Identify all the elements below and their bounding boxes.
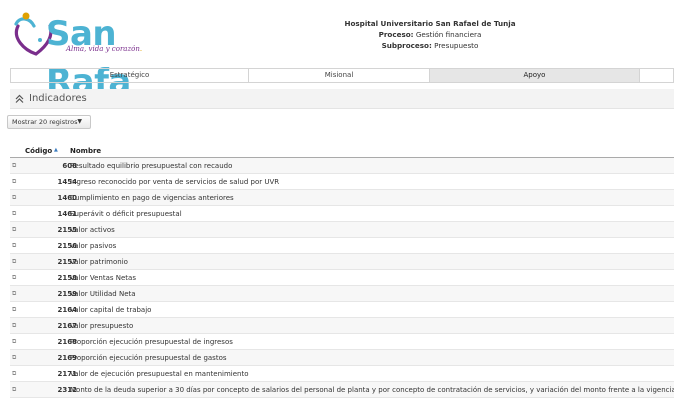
row-code: 1461 [57,210,77,218]
tab-estrategico[interactable]: Estratégico [11,69,249,82]
sort-ascending-icon[interactable]: ▲ [54,145,58,155]
row-code: 2168 [57,338,77,346]
external-link-icon[interactable]: ⧉ [12,274,19,281]
table-row[interactable]: ⧉ 2312 Monto de la deuda superior a 30 día… [10,382,674,398]
external-link-icon[interactable]: ⧉ [12,370,19,377]
hospital-logo[interactable]: San Rafa Alma, vida y corazón. [10,10,185,102]
row-name[interactable]: Proporción ejecución presupuestal de ing… [70,334,233,349]
table-row[interactable]: ⧉ 2167 Valor presupuesto [10,318,674,334]
process-value: Gestión financiera [415,30,482,39]
table-row[interactable]: ⧉ 1460 Cumplimiento en pago de vigencias a… [10,190,674,206]
process-tabs: Estratégico Misional Apoyo [10,68,674,83]
table-row[interactable]: ⧉ 608 Resultado equilibrio presupuestal co… [10,158,674,174]
section-title: Indicadores [29,93,87,104]
external-link-icon[interactable]: ⧉ [12,162,19,169]
row-name[interactable]: Resultado equilibrio presupuestal con re… [70,158,232,173]
external-link-icon[interactable]: ⧉ [12,354,19,361]
table-row[interactable]: ⧉ 2158 Valor Ventas Netas [10,270,674,286]
row-code: 608 [62,162,77,170]
row-code: 2157 [57,258,77,266]
table-row[interactable]: ⧉ 2164 Valor capital de trabajo [10,302,674,318]
row-name[interactable]: Valor activos [70,222,115,237]
subprocess-line: Subproceso: Presupuesto [300,40,560,51]
row-name[interactable]: Valor patrimonio [70,254,128,269]
tab-misional[interactable]: Misional [249,69,430,82]
row-code: 1460 [57,194,77,202]
table-row[interactable]: ⧉ 2155 Valor activos [10,222,674,238]
table-row[interactable]: ⧉ 2159 Valor Utilidad Neta [10,286,674,302]
external-link-icon[interactable]: ⧉ [12,178,19,185]
table-row[interactable]: ⧉ 2156 Valor pasivos [10,238,674,254]
subprocess-label: Subproceso: [381,41,432,50]
row-code: 2167 [57,322,77,330]
column-header-name[interactable]: Nombre [70,145,101,157]
row-name[interactable]: Valor capital de trabajo [70,302,151,317]
table-row[interactable]: ⧉ 2157 Valor patrimonio [10,254,674,270]
table-row[interactable]: ⧉ 2171 Valor de ejecución presupuestal en … [10,366,674,382]
row-name[interactable]: Superávit o déficit presupuestal [70,206,182,221]
row-code: 2159 [57,290,77,298]
row-name[interactable]: Valor pasivos [70,238,116,253]
double-chevron-up-icon[interactable] [15,92,25,106]
row-code: 2169 [57,354,77,362]
row-name[interactable]: Valor Utilidad Neta [70,286,136,301]
external-link-icon[interactable]: ⧉ [12,386,19,393]
indicators-table-body: ⧉ 608 Resultado equilibrio presupuestal co… [10,158,674,398]
row-code: 2158 [57,274,77,282]
logo-tagline-dot: . [139,45,143,53]
logo-tagline-text: Alma, vida y corazón [66,45,140,53]
external-link-icon[interactable]: ⧉ [12,338,19,345]
external-link-icon[interactable]: ⧉ [12,306,19,313]
page-length-label: Mostrar 20 registros [12,118,78,126]
row-code: 2171 [57,370,77,378]
external-link-icon[interactable]: ⧉ [12,258,19,265]
external-link-icon[interactable]: ⧉ [12,226,19,233]
external-link-icon[interactable]: ⧉ [12,242,19,249]
caret-down-icon: ▼ [77,118,82,125]
table-row[interactable]: ⧉ 2168 Proporción ejecución presupuestal d… [10,334,674,350]
row-name[interactable]: Monto de la deuda superior a 30 días por… [70,382,674,397]
tab-extra[interactable] [640,69,673,82]
row-code: 1454 [57,178,77,186]
subprocess-value: Presupuesto [434,41,479,50]
external-link-icon[interactable]: ⧉ [12,290,19,297]
table-row[interactable]: ⧉ 2169 Proporción ejecución presupuestal d… [10,350,674,366]
table-row[interactable]: ⧉ 1454 Ingreso reconocido por venta de ser… [10,174,674,190]
row-name[interactable]: Ingreso reconocido por venta de servicio… [70,174,279,189]
hospital-title: Hospital Universitario San Rafael de Tun… [344,19,516,28]
logo-tagline: Alma, vida y corazón. [66,45,142,53]
table-row[interactable]: ⧉ 1461 Superávit o déficit presupuestal [10,206,674,222]
external-link-icon[interactable]: ⧉ [12,194,19,201]
external-link-icon[interactable]: ⧉ [12,210,19,217]
column-header-code[interactable]: Código [25,145,65,157]
row-name[interactable]: Valor presupuesto [70,318,133,333]
page-header: San Rafa Alma, vida y corazón. Hospital … [0,0,674,102]
row-name[interactable]: Valor de ejecución presupuestal en mante… [70,366,249,381]
external-link-icon[interactable]: ⧉ [12,322,19,329]
row-name[interactable]: Proporción ejecución presupuestal de gas… [70,350,227,365]
tab-apoyo[interactable]: Apoyo [430,69,640,82]
row-code: 2164 [57,306,77,314]
row-name[interactable]: Cumplimiento en pago de vigencias anteri… [70,190,234,205]
row-code: 2312 [57,386,77,394]
row-code: 2155 [57,226,77,234]
row-code: 2156 [57,242,77,250]
process-line: Proceso: Gestión financiera [300,29,560,40]
header-info: Hospital Universitario San Rafael de Tun… [300,18,560,51]
page-length-select[interactable]: Mostrar 20 registros ▼ [7,115,91,129]
process-label: Proceso: [378,30,414,39]
indicators-section-header[interactable]: Indicadores [10,89,674,109]
row-name[interactable]: Valor Ventas Netas [70,270,136,285]
